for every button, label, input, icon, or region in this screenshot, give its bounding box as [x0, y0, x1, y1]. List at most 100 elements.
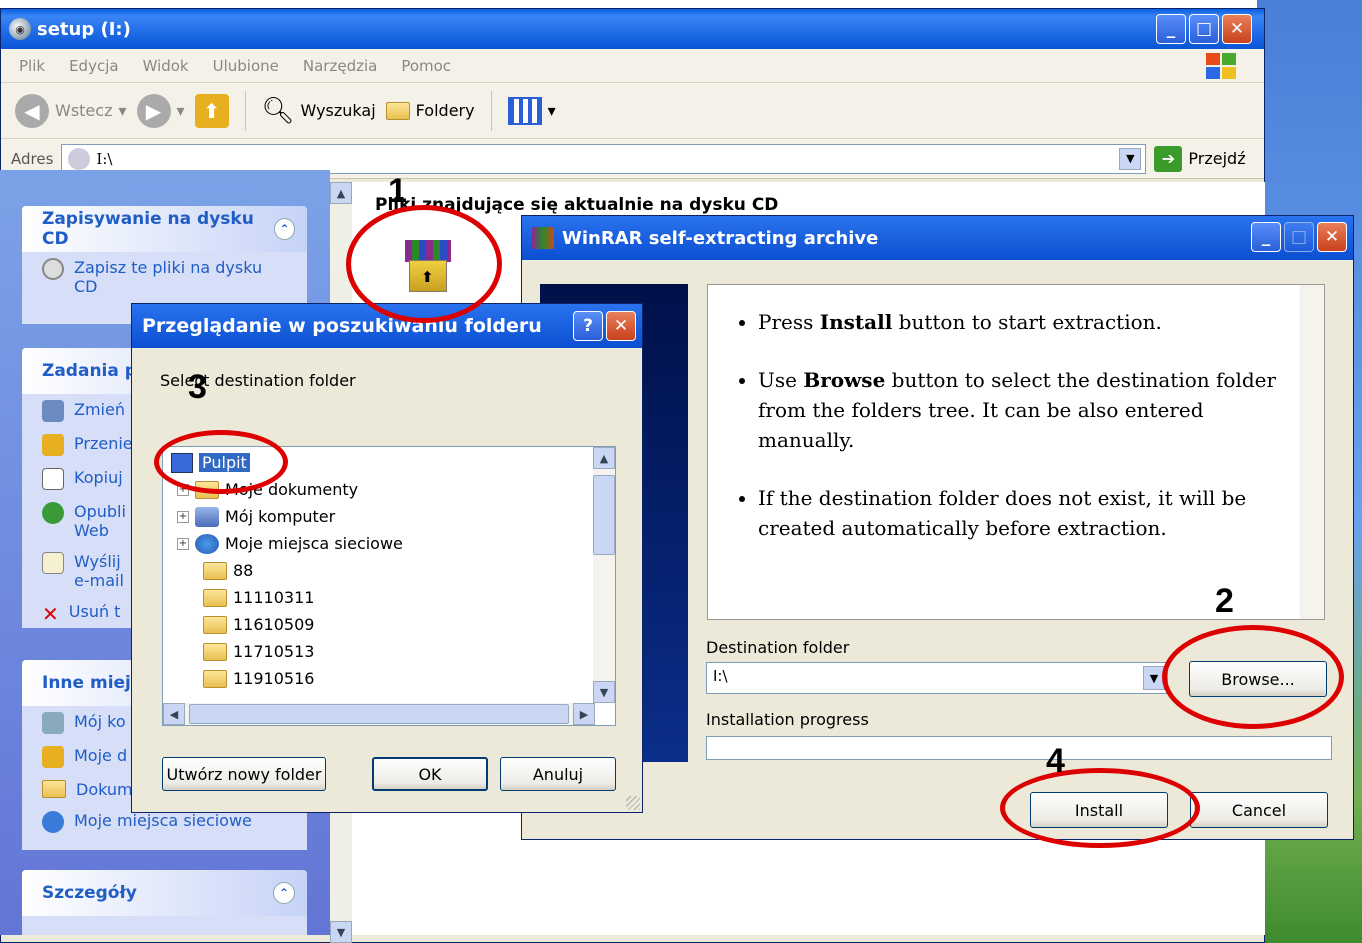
tree-item-my-computer[interactable]: + Mój komputer — [177, 503, 335, 530]
scroll-thumb[interactable] — [593, 475, 615, 555]
panel-header[interactable]: Szczegóły ⌃ — [22, 870, 307, 916]
expand-icon[interactable]: + — [177, 537, 189, 550]
resize-grip-icon[interactable] — [626, 796, 640, 810]
close-button[interactable]: ✕ — [1222, 14, 1252, 44]
tree-item-folder[interactable]: 11110311 — [203, 584, 314, 611]
text-scrollbar[interactable] — [1300, 285, 1324, 619]
delete-icon: ✕ — [42, 602, 59, 626]
cd-drive-icon: ◉ — [9, 18, 31, 40]
instruction-install: Press Install button to start extraction… — [758, 307, 1284, 337]
close-button[interactable]: ✕ — [606, 311, 636, 341]
up-folder-icon[interactable]: ⬆ — [194, 93, 229, 128]
rename-icon — [42, 400, 64, 422]
email-icon — [42, 552, 64, 574]
panel-title: Szczegóły — [42, 883, 137, 903]
menu-ulubione[interactable]: Ulubione — [213, 57, 279, 75]
scroll-up-button[interactable]: ▲ — [330, 182, 352, 204]
menu-edycja[interactable]: Edycja — [69, 57, 118, 75]
task-label: Usuń t — [68, 602, 121, 621]
cd-burn-icon — [42, 258, 64, 280]
instruction-browse: Use Browse button to select the destinat… — [758, 365, 1284, 455]
details-panel: Szczegóły ⌃ — [22, 870, 307, 935]
chevron-down-icon[interactable]: ▼ — [1119, 147, 1142, 170]
task-label: Przenie — [74, 434, 133, 453]
minimize-button[interactable]: _ — [1251, 222, 1281, 252]
forward-arrow-icon: ▶ — [136, 93, 171, 128]
help-button[interactable]: ? — [573, 311, 603, 341]
documents-icon — [42, 746, 64, 768]
menu-plik[interactable]: Plik — [19, 57, 45, 75]
collapse-icon[interactable]: ⌃ — [274, 218, 295, 240]
minimize-button[interactable]: _ — [1156, 14, 1186, 44]
folder-icon — [203, 561, 227, 580]
scroll-left-button[interactable]: ◀ — [163, 703, 185, 725]
explorer-title: setup (I:) — [37, 18, 131, 40]
menu-narzedzia[interactable]: Narzędzia — [303, 57, 377, 75]
folder-icon — [203, 615, 227, 634]
panel-header[interactable]: Zapisywanie na dysku CD ⌃ — [22, 206, 307, 252]
search-label: Wyszukaj — [300, 101, 376, 120]
scroll-thumb[interactable] — [189, 704, 569, 724]
tree-item-network-places[interactable]: + Moje miejsca sieciowe — [177, 530, 403, 557]
burn-files-link[interactable]: Zapisz te pliki na dysku CD — [22, 252, 307, 302]
ok-button[interactable]: OK — [372, 757, 488, 791]
destination-folder-input[interactable]: I:\ ▼ — [706, 662, 1168, 694]
annotation-ring-1 — [346, 205, 502, 323]
scroll-right-button[interactable]: ▶ — [573, 703, 595, 725]
windows-logo-icon — [1206, 53, 1236, 79]
annotation-ring-3 — [154, 430, 288, 494]
explorer-titlebar[interactable]: ◉ setup (I:) _ □ ✕ — [1, 9, 1264, 49]
tree-item-folder[interactable]: 11710513 — [203, 638, 314, 665]
back-button[interactable]: ◀ Wstecz ▾ — [15, 93, 127, 128]
task-label: Zmień — [74, 400, 125, 419]
my-computer-icon — [42, 712, 64, 734]
folder-icon — [385, 101, 410, 120]
menu-widok[interactable]: Widok — [143, 57, 189, 75]
winrar-icon — [532, 227, 554, 249]
place-label: Moje d — [74, 746, 128, 765]
tree-horizontal-scrollbar[interactable]: ◀ ▶ — [163, 703, 595, 725]
collapse-icon[interactable]: ⌃ — [273, 882, 295, 904]
new-folder-button[interactable]: Utwórz nowy folder — [162, 757, 326, 791]
scroll-down-button[interactable]: ▼ — [593, 681, 615, 703]
folder-icon — [203, 642, 227, 661]
expand-icon[interactable]: + — [177, 510, 189, 523]
views-button[interactable]: ▾ — [507, 96, 556, 125]
search-icon: 🔍︎ — [261, 95, 295, 126]
winrar-titlebar[interactable]: WinRAR self-extracting archive _ □ ✕ — [522, 216, 1353, 260]
go-label: Przejdź — [1188, 149, 1246, 168]
folder-icon — [203, 588, 227, 607]
search-button[interactable]: 🔍︎ Wyszukaj — [262, 96, 376, 126]
tree-vertical-scrollbar[interactable]: ▲ ▼ — [593, 447, 615, 703]
destination-value: I:\ — [713, 667, 728, 685]
place-label: Dokum — [76, 780, 133, 799]
burn-files-label: Zapisz te pliki na dysku CD — [74, 258, 263, 296]
my-computer-icon — [195, 506, 219, 527]
back-label: Wstecz — [55, 101, 113, 120]
folders-button[interactable]: Foldery — [385, 101, 475, 120]
back-arrow-icon: ◀ — [15, 93, 49, 128]
close-button[interactable]: ✕ — [1317, 222, 1347, 252]
address-input[interactable]: I:\ ▼ — [61, 143, 1147, 174]
tree-item-folder[interactable]: 88 — [203, 557, 253, 584]
forward-button[interactable]: ▶ ▾ — [136, 93, 185, 128]
address-label: Adres — [11, 149, 54, 168]
copy-icon — [42, 468, 64, 490]
maximize-button[interactable]: □ — [1189, 14, 1219, 44]
cancel-button[interactable]: Anuluj — [500, 757, 616, 791]
scroll-up-button[interactable]: ▲ — [593, 447, 615, 469]
task-label: Kopiuj — [74, 468, 123, 487]
tree-item-folder[interactable]: 11610509 — [203, 611, 314, 638]
go-button[interactable]: ➔ Przejdź — [1154, 145, 1246, 172]
menu-bar: Plik Edycja Widok Ulubione Narzędzia Pom… — [1, 49, 1264, 83]
menu-pomoc[interactable]: Pomoc — [401, 57, 451, 75]
views-icon — [507, 96, 542, 125]
annotation-number-3: 3 — [188, 368, 207, 406]
cancel-button[interactable]: Cancel — [1190, 792, 1328, 828]
scroll-down-button[interactable]: ▼ — [330, 921, 352, 943]
tree-item-folder[interactable]: 11910516 — [203, 665, 314, 692]
installation-progress-bar — [706, 736, 1332, 760]
browse-title: Przeglądanie w poszukiwaniu folderu — [142, 315, 542, 337]
toolbar-separator — [490, 90, 492, 131]
panel-title: Zadania p — [42, 361, 137, 381]
